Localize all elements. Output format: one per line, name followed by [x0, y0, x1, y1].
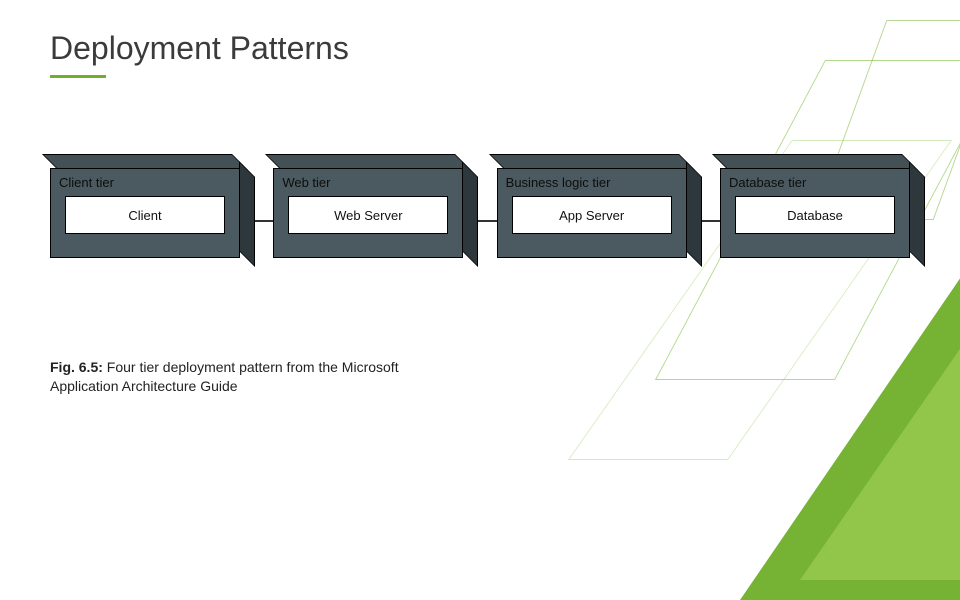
page-title: Deployment Patterns: [50, 30, 910, 67]
tier-component: Database: [735, 196, 895, 234]
tier-web: Web tier Web Server: [273, 168, 463, 258]
caption-prefix: Fig. 6.5:: [50, 359, 103, 375]
tier-business-logic: Business logic tier App Server: [497, 168, 687, 258]
tier-component: Client: [65, 196, 225, 234]
tier-component: App Server: [512, 196, 672, 234]
figure-caption: Fig. 6.5: Four tier deployment pattern f…: [50, 358, 430, 396]
tier-label: Web tier: [282, 175, 454, 190]
tier-label: Database tier: [729, 175, 901, 190]
tier-label: Client tier: [59, 175, 231, 190]
tier-client: Client tier Client: [50, 168, 240, 258]
four-tier-diagram: Client tier Client Web tier Web Server B…: [50, 168, 910, 288]
caption-body: Four tier deployment pattern from the Mi…: [50, 359, 399, 394]
tier-component: Web Server: [288, 196, 448, 234]
tier-database: Database tier Database: [720, 168, 910, 258]
tier-label: Business logic tier: [506, 175, 678, 190]
title-underline: [50, 75, 106, 78]
